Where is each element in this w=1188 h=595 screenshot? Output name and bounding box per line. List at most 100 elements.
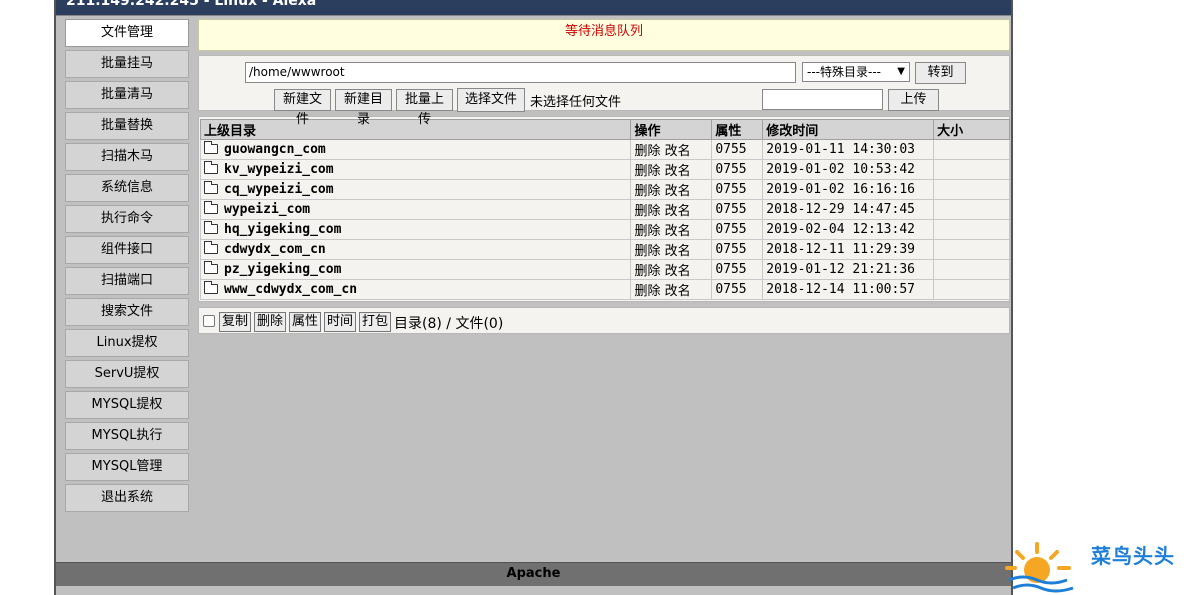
dir-name[interactable]: kv_wypeizi_com: [224, 162, 334, 177]
ops-cell[interactable]: 删除 改名: [630, 259, 713, 280]
size-cell: [933, 259, 1010, 280]
dir-name-cell[interactable]: cq_wypeizi_com: [199, 179, 632, 200]
dir-name[interactable]: www_cdwydx_com_cn: [224, 282, 357, 297]
mtime-cell[interactable]: 2018-12-11 11:29:39: [762, 239, 935, 260]
sidebar-item-system-info[interactable]: 系统信息: [65, 174, 189, 202]
sidebar-item-logout[interactable]: 退出系统: [65, 484, 189, 512]
folder-icon: [204, 201, 218, 214]
table-row: pz_yigeking_com 删除 改名 0755 2019-01-12 21…: [199, 259, 1010, 280]
mtime-cell[interactable]: 2018-12-29 14:47:45: [762, 199, 935, 220]
mtime-cell[interactable]: 2019-01-02 10:53:42: [762, 159, 935, 180]
new-file-button[interactable]: 新建文件: [274, 89, 331, 127]
sidebar-item-servu-priv[interactable]: ServU提权: [65, 360, 189, 388]
table-row: cq_wypeizi_com 删除 改名 0755 2019-01-02 16:…: [199, 179, 1010, 200]
upload-button[interactable]: 上传: [888, 89, 939, 111]
folder-icon: [204, 241, 218, 254]
attr-cell[interactable]: 0755: [711, 239, 764, 260]
folder-icon: [204, 281, 218, 294]
attr-cell[interactable]: 0755: [711, 219, 764, 240]
col-header-parent-dir[interactable]: 上级目录: [199, 119, 632, 140]
sidebar-item-linux-priv[interactable]: Linux提权: [65, 329, 189, 357]
server-status-bar: Apache: [56, 562, 1011, 586]
sidebar-item-mysql-manage[interactable]: MYSQL管理: [65, 453, 189, 481]
dir-name-cell[interactable]: hq_yigeking_com: [199, 219, 632, 240]
dir-name-cell[interactable]: wypeizi_com: [199, 199, 632, 220]
attr-cell[interactable]: 0755: [711, 279, 764, 300]
no-file-selected-text: 未选择任何文件: [530, 95, 622, 110]
delete-button[interactable]: 删除: [254, 312, 287, 332]
folder-icon: [204, 141, 218, 154]
ops-cell[interactable]: 删除 改名: [630, 139, 713, 160]
file-table: 上级目录 操作 属性 修改时间 大小 guowangcn_com 删除 改名 0…: [199, 119, 1010, 300]
table-header-row: 上级目录 操作 属性 修改时间 大小: [199, 119, 1010, 140]
attr-cell[interactable]: 0755: [711, 179, 764, 200]
dir-name[interactable]: wypeizi_com: [224, 202, 310, 217]
dir-name-cell[interactable]: kv_wypeizi_com: [199, 159, 632, 180]
sidebar-item-batch-inject[interactable]: 批量挂马: [65, 50, 189, 78]
ops-cell[interactable]: 删除 改名: [630, 239, 713, 260]
choose-file-button[interactable]: 选择文件: [457, 88, 525, 112]
sidebar-item-batch-clean[interactable]: 批量清马: [65, 81, 189, 109]
main-panel: 等待消息队列 /home/wwwroot ---特殊目录--- ▼ 转到 新建文…: [198, 19, 1010, 334]
batch-upload-button[interactable]: 批量上传: [396, 89, 453, 127]
goto-button[interactable]: 转到: [915, 62, 966, 84]
folder-icon: [204, 161, 218, 174]
copy-button[interactable]: 复制: [219, 312, 252, 332]
dir-name[interactable]: guowangcn_com: [224, 142, 326, 157]
mtime-cell[interactable]: 2019-02-04 12:13:42: [762, 219, 935, 240]
ops-cell[interactable]: 删除 改名: [630, 199, 713, 220]
mtime-cell[interactable]: 2019-01-11 14:30:03: [762, 139, 935, 160]
attr-cell[interactable]: 0755: [711, 259, 764, 280]
dropdown-arrow-icon: ▼: [897, 66, 905, 77]
col-header-ops: 操作: [630, 119, 713, 140]
sidebar-item-exec-command[interactable]: 执行命令: [65, 205, 189, 233]
mtime-cell[interactable]: 2018-12-14 11:00:57: [762, 279, 935, 300]
sidebar-item-component-api[interactable]: 组件接口: [65, 236, 189, 264]
new-dir-button[interactable]: 新建目录: [335, 89, 392, 127]
ops-cell[interactable]: 删除 改名: [630, 159, 713, 180]
dir-name[interactable]: cq_wypeizi_com: [224, 182, 334, 197]
sidebar-item-mysql-exec[interactable]: MYSQL执行: [65, 422, 189, 450]
sidebar-item-scan-port[interactable]: 扫描端口: [65, 267, 189, 295]
ops-cell[interactable]: 删除 改名: [630, 279, 713, 300]
dir-name[interactable]: hq_yigeking_com: [224, 222, 341, 237]
watermark-text: 菜鸟头头: [1091, 544, 1175, 568]
size-cell: [933, 219, 1010, 240]
dir-name[interactable]: cdwydx_com_cn: [224, 242, 326, 257]
ops-cell[interactable]: 删除 改名: [630, 219, 713, 240]
sidebar-item-batch-replace[interactable]: 批量替换: [65, 112, 189, 140]
time-button[interactable]: 时间: [324, 312, 357, 332]
table-row: cdwydx_com_cn 删除 改名 0755 2018-12-11 11:2…: [199, 239, 1010, 260]
attr-cell[interactable]: 0755: [711, 159, 764, 180]
table-row: hq_yigeking_com 删除 改名 0755 2019-02-04 12…: [199, 219, 1010, 240]
special-dir-select[interactable]: ---特殊目录--- ▼: [802, 62, 910, 82]
col-header-attr: 属性: [711, 119, 764, 140]
mtime-cell[interactable]: 2019-01-12 21:21:36: [762, 259, 935, 280]
dir-name-cell[interactable]: guowangcn_com: [199, 139, 632, 160]
mtime-cell[interactable]: 2019-01-02 16:16:16: [762, 179, 935, 200]
sidebar-item-scan-trojan[interactable]: 扫描木马: [65, 143, 189, 171]
col-header-size: 大小: [933, 119, 1010, 140]
watermark: 菜鸟头头: [1003, 540, 1188, 595]
dir-file-summary: 目录(8) / 文件(0): [394, 316, 504, 332]
attr-cell[interactable]: 0755: [711, 139, 764, 160]
dir-name-cell[interactable]: www_cdwydx_com_cn: [199, 279, 632, 300]
path-input[interactable]: /home/wwwroot: [245, 62, 796, 83]
folder-icon: [204, 261, 218, 274]
size-cell: [933, 179, 1010, 200]
select-all-checkbox[interactable]: [203, 315, 215, 327]
dir-name-cell[interactable]: cdwydx_com_cn: [199, 239, 632, 260]
attr-button[interactable]: 属性: [289, 312, 322, 332]
sidebar-item-file-manager[interactable]: 文件管理: [65, 19, 189, 47]
dir-name[interactable]: pz_yigeking_com: [224, 262, 341, 277]
upload-name-input[interactable]: [762, 89, 883, 110]
sidebar-item-search-file[interactable]: 搜索文件: [65, 298, 189, 326]
sun-icon: [1005, 542, 1074, 593]
dir-name-cell[interactable]: pz_yigeking_com: [199, 259, 632, 280]
size-cell: [933, 239, 1010, 260]
attr-cell[interactable]: 0755: [711, 199, 764, 220]
sidebar-item-mysql-priv[interactable]: MYSQL提权: [65, 391, 189, 419]
pack-button[interactable]: 打包: [359, 312, 392, 332]
window-title: 211.149.242.245 - Linux - Alexa: [56, 0, 1011, 16]
ops-cell[interactable]: 删除 改名: [630, 179, 713, 200]
